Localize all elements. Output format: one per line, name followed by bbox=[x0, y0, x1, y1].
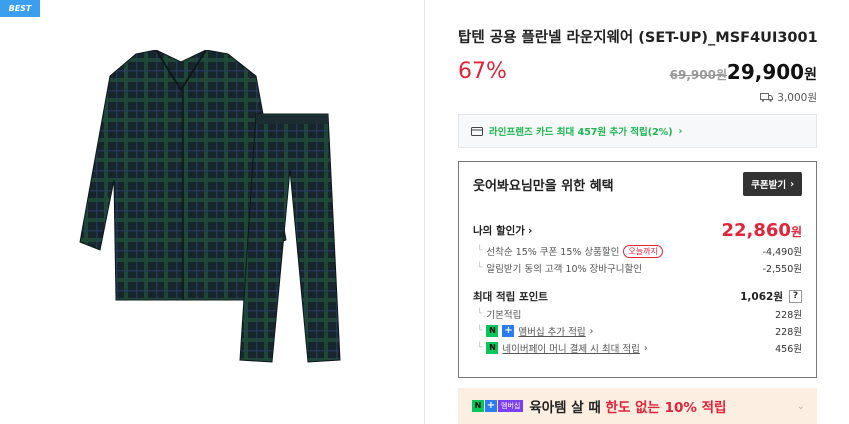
naver-n-icon: N bbox=[472, 400, 484, 412]
point-item-value: 228원 bbox=[775, 327, 802, 338]
product-image-panel: BEST bbox=[0, 0, 425, 424]
benefit-box: 웃어봐요님만을 위한 혜택 쿠폰받기 › 나의 할인가 › 22,860원 └ … bbox=[458, 161, 817, 378]
tree-branch-icon: └ bbox=[477, 343, 483, 353]
product-image[interactable] bbox=[76, 50, 366, 370]
discount-item: └ 알림받기 동의 고객 10% 장바구니할인 -2,550원 bbox=[473, 261, 802, 275]
tree-branch-icon: └ bbox=[477, 263, 483, 273]
discount-rate: 67% bbox=[458, 59, 507, 84]
naverpay-points-link[interactable]: └ N 네이버페이 머니 결제 시 최대 적립 › bbox=[473, 341, 648, 355]
card-promo-banner[interactable]: 라인프렌즈 카드 최대 457원 추가 적립(2%) › bbox=[458, 114, 817, 148]
chevron-right-icon: › bbox=[527, 224, 533, 237]
points-row: 최대 적립 포인트 1,062원 ? bbox=[473, 289, 802, 304]
chevron-right-icon: › bbox=[678, 125, 683, 137]
membership-label: 멤버십 bbox=[498, 400, 524, 412]
benefit-title: 웃어봐요님만을 위한 혜택 bbox=[473, 178, 614, 194]
my-discount-link[interactable]: 나의 할인가 › bbox=[473, 223, 532, 238]
discount-item-label: 선착순 15% 쿠폰 15% 상품할인 bbox=[486, 247, 620, 258]
banner-text-prefix: 육아템 살 때 bbox=[529, 400, 606, 416]
card-promo-text: 라인프렌즈 카드 최대 457원 추가 적립(2%) bbox=[489, 127, 673, 138]
points-label: 최대 적립 포인트 bbox=[473, 291, 548, 303]
chevron-down-icon: ⌄ bbox=[796, 400, 805, 412]
naver-pay-icon: N bbox=[486, 342, 499, 354]
discount-item-value: -4,490원 bbox=[762, 247, 802, 258]
chevron-right-icon: › bbox=[643, 342, 648, 354]
chevron-right-icon: › bbox=[790, 178, 794, 190]
discount-item-label: 알림받기 동의 고객 10% 장바구니할인 bbox=[486, 264, 642, 275]
naver-membership-logo: N + 멤버십 bbox=[472, 400, 524, 412]
original-price: 69,900원 bbox=[669, 68, 727, 82]
sale-price: 29,900원 bbox=[727, 60, 817, 84]
truck-icon bbox=[760, 93, 774, 102]
points-help-button[interactable]: ? bbox=[789, 290, 802, 303]
point-item-label: 기본적립 bbox=[486, 310, 522, 321]
delivery-fee: 3,000원 bbox=[760, 90, 817, 105]
tree-branch-icon: └ bbox=[477, 246, 483, 256]
point-item: └ N + 멤버십 추가 적립 › 228원 bbox=[473, 324, 802, 338]
delivery-fee-value: 3,000원 bbox=[777, 92, 817, 104]
point-item-value: 228원 bbox=[775, 310, 802, 321]
sale-price-amount: 29,900 bbox=[726, 60, 805, 84]
membership-points-link[interactable]: └ N + 멤버십 추가 적립 › bbox=[473, 324, 593, 338]
membership-promo-banner[interactable]: N + 멤버십 육아템 살 때 한도 없는 10% 적립 ⌄ bbox=[458, 388, 817, 424]
plus-icon: + bbox=[502, 325, 515, 337]
best-badge: BEST bbox=[0, 0, 40, 17]
point-item-label: 멤버십 추가 적립 bbox=[518, 327, 586, 338]
point-item: └ N 네이버페이 머니 결제 시 최대 적립 › 456원 bbox=[473, 341, 802, 355]
my-discount-label: 나의 할인가 bbox=[473, 225, 525, 237]
today-only-tag: 오늘까지 bbox=[623, 244, 663, 258]
banner-text: 육아템 살 때 한도 없는 10% 적립 bbox=[529, 396, 726, 416]
sale-price-unit: 원 bbox=[804, 67, 817, 83]
point-item: └ 기본적립 228원 bbox=[473, 307, 802, 321]
my-discount-price: 22,860원 bbox=[721, 220, 802, 241]
points-value: 1,062원 bbox=[740, 291, 783, 303]
product-title: 탑텐 공용 플란넬 라운지웨어 (SET-UP)_MSF4UI3001 bbox=[458, 30, 818, 46]
tree-branch-icon: └ bbox=[477, 326, 483, 336]
get-coupon-label: 쿠폰받기 bbox=[751, 180, 787, 191]
chevron-right-icon: › bbox=[589, 325, 594, 337]
banner-text-highlight: 한도 없는 10% 적립 bbox=[605, 400, 727, 416]
credit-card-icon bbox=[471, 126, 483, 136]
tree-branch-icon: └ bbox=[477, 309, 483, 319]
discount-item-value: -2,550원 bbox=[762, 264, 802, 275]
discount-item: └ 선착순 15% 쿠폰 15% 상품할인 오늘까지 -4,490원 bbox=[473, 244, 802, 258]
my-discount-row: 나의 할인가 › 22,860원 bbox=[473, 220, 802, 241]
my-discount-unit: 원 bbox=[790, 225, 802, 239]
my-discount-amount: 22,860 bbox=[721, 220, 791, 241]
get-coupon-button[interactable]: 쿠폰받기 › bbox=[743, 172, 802, 196]
plus-icon: + bbox=[485, 400, 497, 412]
naver-n-icon: N bbox=[486, 325, 499, 337]
point-item-label: 네이버페이 머니 결제 시 최대 적립 bbox=[502, 344, 640, 355]
point-item-value: 456원 bbox=[775, 344, 802, 355]
